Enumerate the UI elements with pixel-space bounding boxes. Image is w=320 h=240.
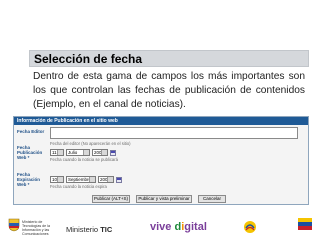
- publicar-preview-button[interactable]: Publicar y vista preliminar: [136, 195, 192, 203]
- expiracion-calendar-icon[interactable]: [116, 177, 122, 183]
- fecha-expiracion-label: Fecha Expiración Web *: [17, 172, 41, 187]
- slide-title: Selección de fecha: [34, 52, 143, 66]
- form-header: Información de Publicación en el sitio w…: [14, 117, 308, 125]
- publicacion-year-select[interactable]: 2005: [92, 149, 108, 156]
- expiracion-day-select[interactable]: 10: [50, 176, 64, 183]
- gobierno-logo-icon: [298, 218, 312, 230]
- slide-body-text: Dentro de esta gama de campos los más im…: [33, 71, 305, 110]
- publicacion-calendar-icon[interactable]: [110, 150, 116, 156]
- title-box: Selección de fecha: [29, 50, 309, 67]
- publicacion-day-select[interactable]: 11: [50, 149, 64, 156]
- fecha-publicacion-label: Fecha Publicación Web *: [17, 145, 43, 160]
- publicacion-month-select[interactable]: Julio: [66, 149, 90, 156]
- tic-word: TIC: [100, 225, 113, 234]
- fecha-editor-field[interactable]: [50, 127, 298, 139]
- editor-note: Fecha del editor (No aparecerán en el si…: [50, 141, 131, 146]
- ministerio-tic-logo: Ministerio TIC: [66, 225, 112, 234]
- publicar-button[interactable]: Publicar (ALT+S): [92, 195, 130, 203]
- mintic-logo-text: Ministerio de Tecnologías de la Informac…: [22, 220, 50, 236]
- publicacion-hint: Fecha cuando la noticia se publicará: [50, 157, 118, 162]
- expiracion-hint: Fecha cuando la noticia expira: [50, 184, 107, 189]
- vive-digital-logo: vive digital: [150, 221, 207, 233]
- expiracion-year-select[interactable]: 2006: [98, 176, 114, 183]
- colombia-shield-icon: [8, 218, 20, 232]
- publication-form: Información de Publicación en el sitio w…: [13, 116, 309, 205]
- vive-word: vive: [150, 221, 175, 233]
- ministerio-word: Ministerio: [66, 225, 99, 234]
- expiracion-month-select[interactable]: Septiembre: [66, 176, 96, 183]
- prosperidad-logo-icon: [244, 221, 256, 233]
- digital-rest: gital: [184, 221, 207, 233]
- slide: Selección de fecha Dentro de esta gama d…: [0, 0, 320, 240]
- fecha-editor-label: Fecha Editor: [17, 129, 45, 134]
- cancelar-button[interactable]: Cancelar: [198, 195, 226, 203]
